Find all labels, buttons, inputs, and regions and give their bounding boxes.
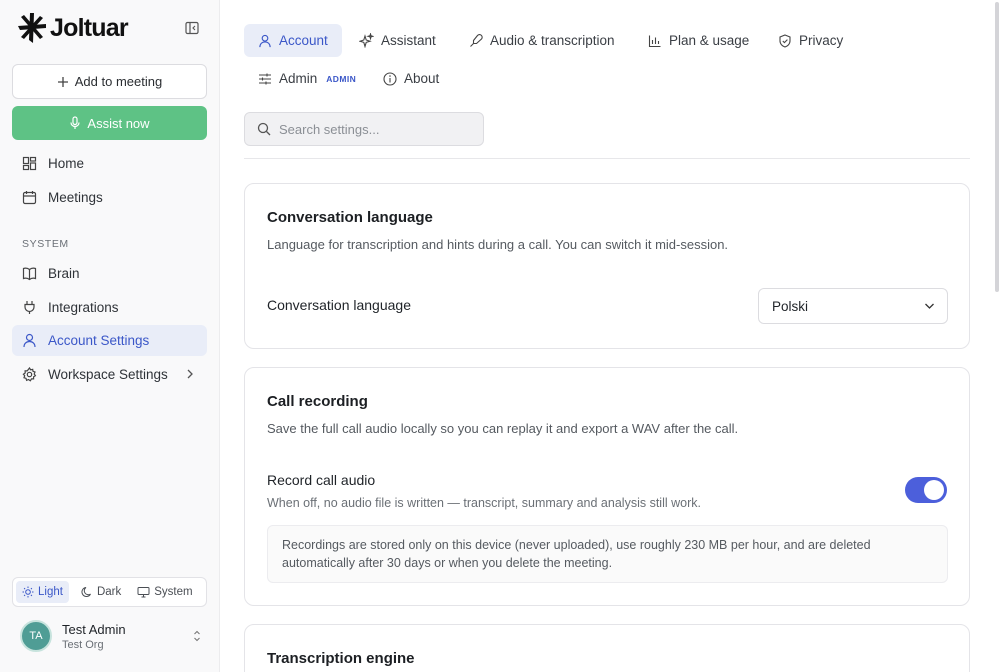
chevron-up-down-icon xyxy=(194,630,200,642)
sparkles-icon xyxy=(359,33,374,48)
add-to-meeting-label: Add to meeting xyxy=(74,74,163,89)
sidebar-item-label: Integrations xyxy=(48,300,119,315)
tab-privacy[interactable]: Privacy xyxy=(764,24,857,57)
card-title: Transcription engine xyxy=(267,650,415,667)
card-title: Call recording xyxy=(267,393,368,410)
microphone-icon xyxy=(70,116,81,129)
card-title: Conversation language xyxy=(267,209,433,226)
theme-option-system[interactable]: System xyxy=(131,581,198,603)
sliders-icon xyxy=(259,73,271,84)
theme-option-label: Light xyxy=(38,586,63,598)
sidebar-item-label: Account Settings xyxy=(48,333,150,348)
tab-about[interactable]: About xyxy=(369,62,453,95)
tab-label: Admin xyxy=(279,71,318,86)
sidebar-item-meetings[interactable]: Meetings xyxy=(12,182,207,213)
tab-plan-usage[interactable]: Plan & usage xyxy=(634,24,763,57)
tab-audio-transcription[interactable]: Audio & transcription xyxy=(455,24,629,57)
microphone-icon xyxy=(470,33,483,47)
theme-option-label: Dark xyxy=(96,586,122,598)
home-grid-icon xyxy=(22,156,37,171)
tab-admin[interactable]: Admin ADMIN xyxy=(244,62,370,95)
card-description: Save the full call audio locally so you … xyxy=(267,421,739,436)
sidebar: Joltuar Add to meeting Assist now Home M… xyxy=(0,0,220,672)
assist-now-button[interactable]: Assist now xyxy=(12,106,207,140)
theme-switcher: Light Dark System xyxy=(12,577,207,607)
sidebar-item-label: Home xyxy=(48,156,85,171)
sidebar-item-integrations[interactable]: Integrations xyxy=(12,292,207,323)
theme-option-label: System xyxy=(154,586,193,598)
scrollbar[interactable] xyxy=(994,0,1000,672)
theme-option-light[interactable]: Light xyxy=(16,581,69,603)
recording-info-note: Recordings are stored only on this devic… xyxy=(267,525,948,583)
tab-label: Audio & transcription xyxy=(490,33,615,48)
user-org: Test Org xyxy=(62,638,104,651)
sidebar-item-account-settings[interactable]: Account Settings xyxy=(12,325,207,356)
user-name: Test Admin xyxy=(62,621,126,637)
bar-chart-icon xyxy=(648,35,661,47)
sidebar-item-workspace-settings[interactable]: Workspace Settings xyxy=(12,359,207,390)
chevron-right-icon xyxy=(187,369,193,379)
collapse-sidebar-icon[interactable] xyxy=(185,21,199,35)
record-call-audio-label: Record call audio xyxy=(267,472,376,488)
search-input[interactable] xyxy=(279,121,469,137)
admin-badge: ADMIN xyxy=(326,73,357,84)
tab-label: Plan & usage xyxy=(669,33,750,48)
theme-option-dark[interactable]: Dark xyxy=(75,581,127,603)
avatar: TA xyxy=(20,620,52,652)
sidebar-item-label: Brain xyxy=(48,266,80,281)
brand-name: Joltuar xyxy=(50,13,129,42)
search-box xyxy=(244,112,484,146)
book-icon xyxy=(22,267,37,281)
user-icon xyxy=(23,333,36,348)
chevron-down-icon xyxy=(925,303,934,309)
selected-language: Polski xyxy=(772,298,809,314)
logo-mark-icon xyxy=(18,13,46,43)
tab-label: Privacy xyxy=(799,33,844,48)
assist-now-label: Assist now xyxy=(87,115,150,131)
card-description: Language for transcription and hints dur… xyxy=(267,237,729,252)
conversation-language-label: Conversation language xyxy=(267,297,411,313)
user-icon xyxy=(259,34,271,47)
info-icon xyxy=(383,71,397,86)
section-label-system: SYSTEM xyxy=(22,238,69,250)
tab-label: Account xyxy=(279,33,328,48)
sidebar-item-home[interactable]: Home xyxy=(12,148,207,179)
record-call-audio-toggle[interactable] xyxy=(905,477,947,503)
scrollbar-thumb[interactable] xyxy=(995,2,999,292)
app-logo[interactable]: Joltuar xyxy=(16,10,129,46)
record-call-audio-help: When off, no audio file is written — tra… xyxy=(267,496,701,510)
call-recording-card: Call recording Save the full call audio … xyxy=(244,367,970,606)
gear-icon xyxy=(22,367,37,382)
sidebar-item-label: Workspace Settings xyxy=(48,367,168,382)
transcription-engine-card: Transcription engine xyxy=(244,624,970,672)
moon-icon xyxy=(81,587,91,597)
shield-icon xyxy=(779,33,791,48)
conversation-language-select[interactable]: Polski xyxy=(758,288,948,324)
monitor-icon xyxy=(137,587,150,598)
calendar-icon xyxy=(22,191,37,205)
toggle-knob xyxy=(924,480,944,500)
tab-label: About xyxy=(404,71,440,86)
sidebar-item-brain[interactable]: Brain xyxy=(12,258,207,289)
user-menu[interactable]: TA Test Admin Test Org xyxy=(20,619,210,653)
plug-icon xyxy=(24,301,35,314)
plus-icon xyxy=(57,76,68,87)
tab-assistant[interactable]: Assistant xyxy=(345,24,450,57)
add-to-meeting-button[interactable]: Add to meeting xyxy=(12,64,207,99)
tab-account[interactable]: Account xyxy=(244,24,342,57)
divider xyxy=(244,158,970,159)
sun-icon xyxy=(22,586,34,598)
tab-label: Assistant xyxy=(381,33,436,48)
conversation-language-card: Conversation language Language for trans… xyxy=(244,183,970,349)
search-icon xyxy=(257,122,271,136)
sidebar-item-label: Meetings xyxy=(48,190,103,205)
